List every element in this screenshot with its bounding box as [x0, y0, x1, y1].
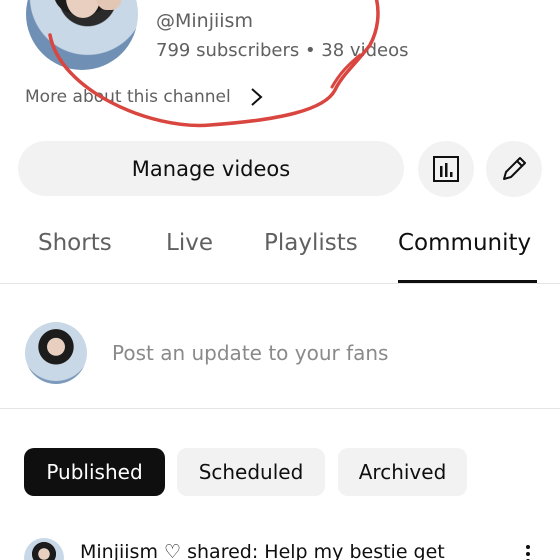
channel-avatar[interactable] [26, 0, 138, 70]
section-divider [0, 408, 560, 409]
tab-community[interactable]: Community [398, 230, 531, 256]
post-author: Minjiism [80, 541, 158, 560]
post-action: shared: [187, 541, 259, 560]
post-text: Help my bestie get [264, 541, 445, 560]
channel-stats: 799 subscribers • 38 videos [156, 40, 409, 61]
tab-live[interactable]: Live [166, 230, 213, 256]
tab-shorts[interactable]: Shorts [38, 230, 112, 256]
heart-icon: ♡ [164, 541, 182, 560]
avatar-face [66, 0, 100, 18]
pencil-icon [503, 157, 526, 180]
more-about-link[interactable]: More about this channel [25, 87, 231, 107]
tab-playlists[interactable]: Playlists [264, 230, 358, 256]
composer-avatar [25, 322, 87, 384]
edit-channel-button[interactable] [486, 141, 542, 197]
post-header[interactable]: Minjiism ♡ shared: Help my bestie get [80, 541, 445, 560]
channel-handle: @Minjiism [156, 10, 253, 32]
post-author-avatar[interactable] [24, 538, 64, 560]
post-update-input[interactable]: Post an update to your fans [112, 341, 388, 365]
filter-chip-archived[interactable]: Archived [338, 448, 467, 496]
filter-chip-scheduled[interactable]: Scheduled [177, 448, 325, 496]
manage-videos-button[interactable]: Manage videos [18, 141, 404, 196]
more-vert-icon[interactable] [520, 544, 536, 560]
active-tab-indicator [398, 280, 537, 283]
filter-chip-published[interactable]: Published [24, 448, 165, 496]
channel-tabs: Shorts Live Playlists Community [0, 212, 560, 284]
analytics-button[interactable] [418, 141, 474, 197]
bar-chart-icon [433, 156, 459, 182]
chevron-right-icon[interactable] [246, 86, 266, 108]
